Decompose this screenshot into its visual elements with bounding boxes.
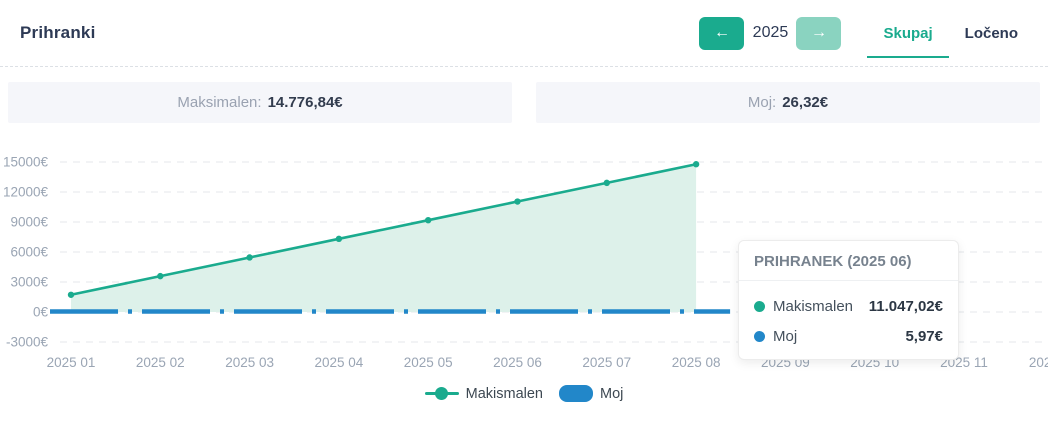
tooltip-row-value: 5,97€: [905, 328, 943, 345]
pill-marker-icon: [559, 385, 593, 402]
tooltip-title: PRIHRANEK (2025 06): [739, 241, 958, 281]
legend-item-moj[interactable]: Moj: [559, 385, 623, 402]
legend-label: Makismalen: [466, 386, 543, 402]
year-navigation: ← 2025 →: [699, 17, 841, 50]
page-title: Prihranki: [20, 23, 96, 43]
summary-max: Maksimalen: 14.776,84€: [8, 82, 512, 123]
savings-panel: Prihranki ← 2025 → Skupaj Ločeno Maksima…: [0, 0, 1048, 435]
legend-item-makismalen[interactable]: Makismalen: [425, 386, 543, 402]
summary-moj-label: Moj:: [748, 94, 776, 111]
panel-header: Prihranki ← 2025 → Skupaj Ločeno: [0, 0, 1048, 67]
svg-text:2025 08: 2025 08: [672, 355, 721, 370]
arrow-right-icon: →: [811, 25, 827, 41]
svg-text:6000€: 6000€: [10, 245, 48, 260]
svg-text:2025 12: 2025 12: [1029, 355, 1048, 370]
series-makismalen[interactable]: [68, 161, 700, 312]
tab-loceno[interactable]: Ločeno: [949, 7, 1034, 59]
svg-text:9000€: 9000€: [10, 215, 48, 230]
summary-max-value: 14.776,84€: [268, 94, 343, 111]
svg-text:2025 06: 2025 06: [493, 355, 542, 370]
svg-text:0€: 0€: [33, 305, 49, 320]
arrow-left-icon: ←: [714, 25, 730, 41]
chart-tooltip: PRIHRANEK (2025 06) Makismalen 11.047,02…: [738, 240, 959, 360]
svg-text:2025 02: 2025 02: [136, 355, 185, 370]
summary-max-label: Maksimalen:: [177, 94, 261, 111]
chart-legend: Makismalen Moj: [0, 385, 1048, 402]
tab-skupaj[interactable]: Skupaj: [867, 7, 948, 59]
svg-text:2025 07: 2025 07: [582, 355, 631, 370]
svg-text:2025 01: 2025 01: [47, 355, 96, 370]
tooltip-row-label: Moj: [773, 328, 797, 345]
tooltip-row-label: Makismalen: [773, 298, 853, 315]
summary-moj: Moj: 26,32€: [536, 82, 1040, 123]
previous-year-button[interactable]: ←: [699, 17, 744, 50]
tooltip-row-makismalen: Makismalen 11.047,02€: [754, 298, 943, 315]
tooltip-body: Makismalen 11.047,02€ Moj 5,97€: [739, 281, 958, 359]
next-year-button[interactable]: →: [796, 17, 841, 50]
series-dot-icon: [754, 301, 765, 312]
tooltip-row-value: 11.047,02€: [869, 298, 943, 315]
svg-text:2025 03: 2025 03: [225, 355, 274, 370]
summary-row: Maksimalen: 14.776,84€ Moj: 26,32€: [8, 82, 1040, 123]
svg-text:-3000€: -3000€: [6, 335, 49, 350]
svg-text:12000€: 12000€: [3, 185, 49, 200]
series-dot-icon: [754, 331, 765, 342]
line-dot-marker-icon: [425, 387, 459, 401]
svg-text:2025 05: 2025 05: [404, 355, 453, 370]
year-label: 2025: [744, 24, 796, 42]
legend-label: Moj: [600, 386, 623, 402]
y-axis-labels: 15000€ 12000€ 9000€ 6000€ 3000€ 0€ -3000€: [3, 155, 49, 350]
svg-text:15000€: 15000€: [3, 155, 49, 170]
view-tabs: Skupaj Ločeno: [867, 0, 1034, 66]
svg-text:2025 04: 2025 04: [314, 355, 363, 370]
summary-moj-value: 26,32€: [782, 94, 828, 111]
svg-text:3000€: 3000€: [10, 275, 48, 290]
tooltip-row-moj: Moj 5,97€: [754, 328, 943, 345]
